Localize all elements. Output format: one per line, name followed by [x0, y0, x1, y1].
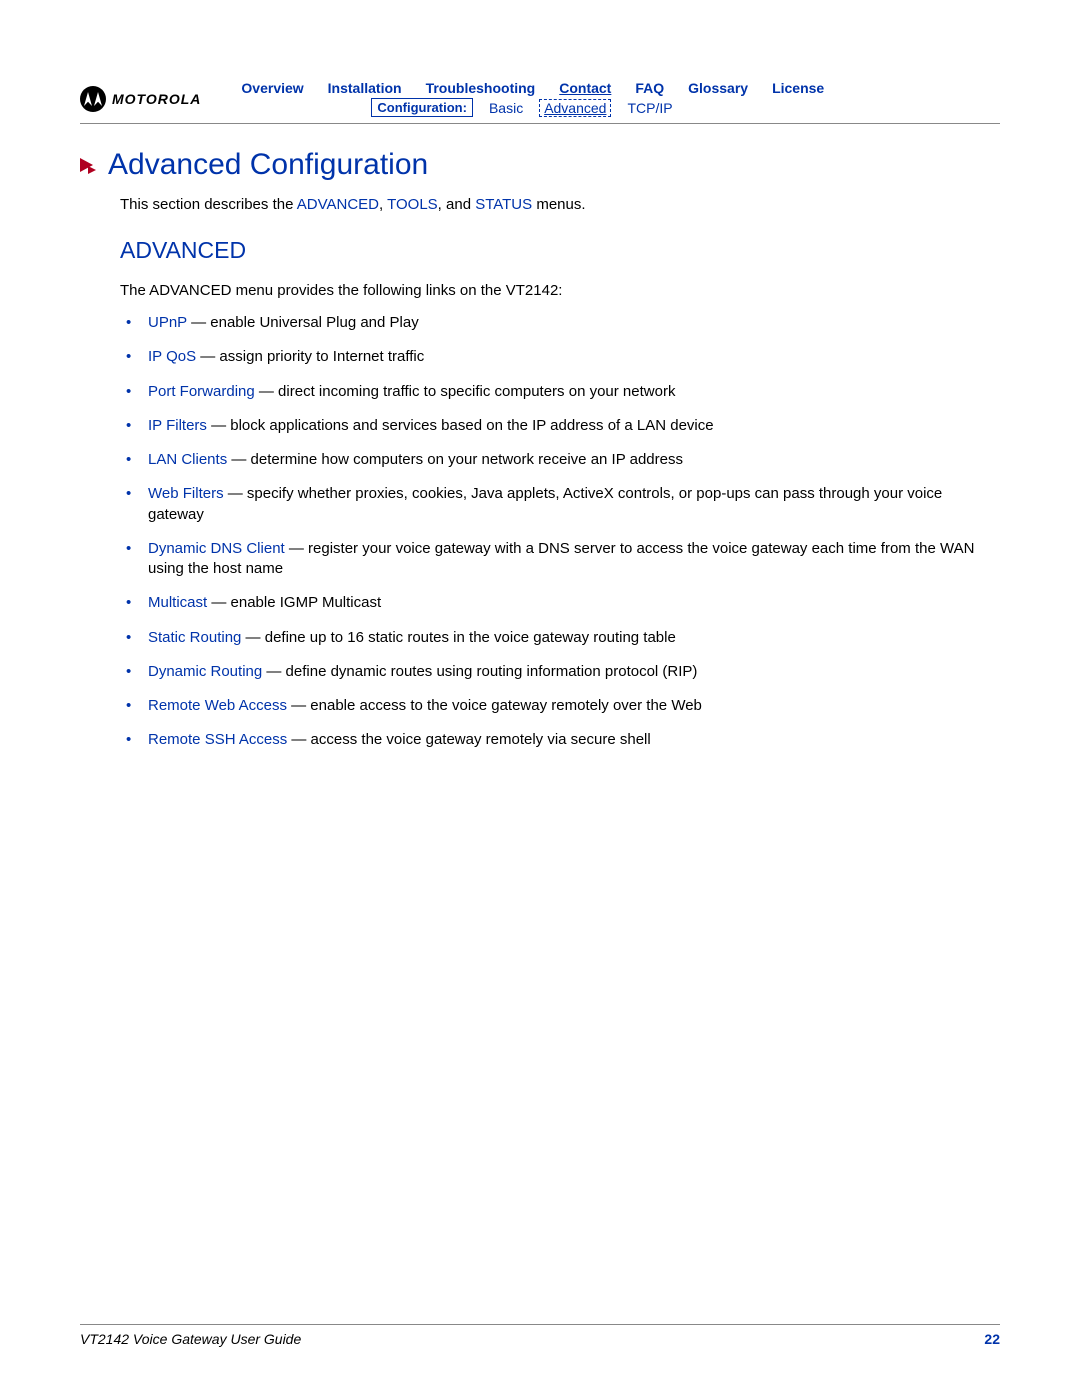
feature-upnp: UPnP — enable Universal Plug and Play [120, 313, 1000, 333]
feature-term[interactable]: Multicast [148, 594, 207, 611]
nav-secondary-row: Configuration: Basic Advanced TCP/IP [371, 98, 1000, 117]
intro-prefix: This section describes the [120, 196, 297, 213]
intro-sep1: , [379, 196, 387, 213]
nav-troubleshooting[interactable]: Troubleshooting [426, 80, 536, 96]
intro-link-status[interactable]: STATUS [475, 196, 532, 213]
feature-desc: — determine how computers on your networ… [227, 451, 683, 468]
feature-remote-web: Remote Web Access — enable access to the… [120, 696, 1000, 716]
intro-link-tools[interactable]: TOOLS [387, 196, 438, 213]
header-divider [80, 123, 1000, 124]
top-nav: Overview Installation Troubleshooting Co… [241, 80, 1000, 117]
feature-desc: — enable access to the voice gateway rem… [287, 697, 702, 714]
feature-dynamic-dns: Dynamic DNS Client — register your voice… [120, 539, 1000, 580]
nav-faq[interactable]: FAQ [635, 80, 664, 96]
page-header: MOTOROLA Overview Installation Troublesh… [80, 80, 1000, 117]
feature-lan-clients: LAN Clients — determine how computers on… [120, 450, 1000, 470]
page-footer: VT2142 Voice Gateway User Guide 22 [80, 1324, 1000, 1347]
feature-dynamic-routing: Dynamic Routing — define dynamic routes … [120, 662, 1000, 682]
nav-contact[interactable]: Contact [559, 80, 611, 96]
section-arrow-icon [80, 156, 98, 174]
nav-configuration-label: Configuration: [371, 98, 473, 117]
feature-desc: — assign priority to Internet traffic [196, 348, 424, 365]
page-title: Advanced Configuration [108, 148, 428, 182]
feature-term[interactable]: Remote Web Access [148, 697, 287, 714]
feature-desc: — direct incoming traffic to specific co… [255, 383, 676, 400]
brand-logo: MOTOROLA [80, 86, 201, 112]
nav-overview[interactable]: Overview [241, 80, 303, 96]
feature-desc: — enable IGMP Multicast [207, 594, 381, 611]
intro-link-advanced[interactable]: ADVANCED [297, 196, 379, 213]
feature-static-routing: Static Routing — define up to 16 static … [120, 628, 1000, 648]
feature-term[interactable]: Dynamic Routing [148, 663, 262, 680]
intro-sep2: , and [438, 196, 476, 213]
subnav-tcpip[interactable]: TCP/IP [627, 100, 672, 116]
feature-remote-ssh: Remote SSH Access — access the voice gat… [120, 730, 1000, 750]
feature-term[interactable]: LAN Clients [148, 451, 227, 468]
nav-license[interactable]: License [772, 80, 824, 96]
brand-name: MOTOROLA [112, 91, 201, 107]
feature-web-filters: Web Filters — specify whether proxies, c… [120, 484, 1000, 525]
nav-glossary[interactable]: Glossary [688, 80, 748, 96]
subnav-basic[interactable]: Basic [489, 100, 523, 116]
nav-installation[interactable]: Installation [328, 80, 402, 96]
feature-term[interactable]: Remote SSH Access [148, 731, 287, 748]
feature-desc: — enable Universal Plug and Play [187, 314, 419, 331]
feature-term[interactable]: Dynamic DNS Client [148, 540, 285, 557]
feature-term[interactable]: IP QoS [148, 348, 196, 365]
feature-port-forwarding: Port Forwarding — direct incoming traffi… [120, 382, 1000, 402]
subnav-advanced[interactable]: Advanced [539, 99, 611, 117]
title-row: Advanced Configuration [80, 148, 1000, 182]
section-heading-advanced: ADVANCED [120, 237, 1000, 264]
feature-term[interactable]: Web Filters [148, 485, 224, 502]
feature-ip-filters: IP Filters — block applications and serv… [120, 416, 1000, 436]
intro-suffix: menus. [532, 196, 585, 213]
footer-page-number: 22 [984, 1331, 1000, 1347]
feature-list: UPnP — enable Universal Plug and Play IP… [120, 313, 1000, 751]
feature-multicast: Multicast — enable IGMP Multicast [120, 593, 1000, 613]
feature-term[interactable]: UPnP [148, 314, 187, 331]
footer-guide-title: VT2142 Voice Gateway User Guide [80, 1331, 301, 1347]
feature-desc: — block applications and services based … [207, 417, 714, 434]
section-lead-text: The ADVANCED menu provides the following… [120, 282, 1000, 299]
feature-term[interactable]: Static Routing [148, 629, 241, 646]
feature-desc: — define up to 16 static routes in the v… [241, 629, 675, 646]
motorola-batwing-icon [80, 86, 106, 112]
feature-desc: — access the voice gateway remotely via … [287, 731, 651, 748]
feature-term[interactable]: Port Forwarding [148, 383, 255, 400]
nav-primary-row: Overview Installation Troubleshooting Co… [241, 80, 1000, 96]
intro-paragraph: This section describes the ADVANCED, TOO… [120, 196, 1000, 213]
feature-term[interactable]: IP Filters [148, 417, 207, 434]
feature-ipqos: IP QoS — assign priority to Internet tra… [120, 347, 1000, 367]
feature-desc: — define dynamic routes using routing in… [262, 663, 697, 680]
feature-desc: — specify whether proxies, cookies, Java… [148, 485, 942, 522]
